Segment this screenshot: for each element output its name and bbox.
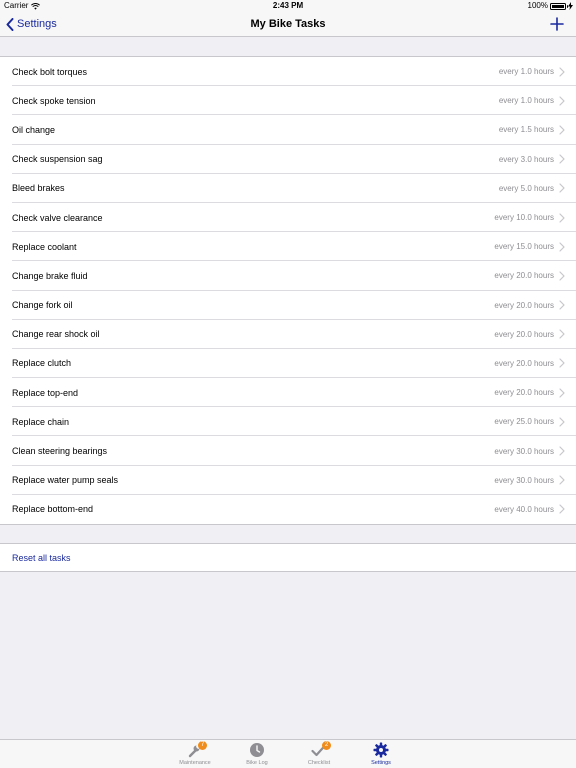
status-bar: Carrier 2:43 PM 100%: [0, 0, 576, 12]
chevron-right-icon: [559, 96, 565, 106]
chevron-right-icon: [559, 66, 565, 77]
task-interval: every 30.0 hours: [494, 475, 554, 485]
chevron-right-icon: [559, 242, 565, 252]
chevron-right-icon: [559, 475, 565, 485]
task-row[interactable]: Replace top-end every 20.0 hours: [0, 378, 576, 408]
task-row[interactable]: Replace coolant every 15.0 hours: [0, 232, 576, 262]
task-name: Bleed brakes: [12, 183, 65, 194]
task-interval: every 20.0 hours: [494, 300, 554, 310]
task-row[interactable]: Check suspension sag every 3.0 hours: [0, 145, 576, 174]
task-interval: every 20.0 hours: [494, 271, 554, 281]
task-row[interactable]: Change fork oil every 20.0 hours: [0, 291, 576, 320]
task-row[interactable]: Replace bottom-end every 40.0 hours: [0, 495, 576, 524]
chevron-right-icon: [559, 446, 565, 456]
task-row[interactable]: Clean steering bearings every 30.0 hours: [0, 436, 576, 466]
task-name: Change fork oil: [12, 300, 73, 311]
task-name: Check bolt torques: [12, 66, 88, 77]
task-row[interactable]: Replace clutch every 20.0 hours: [0, 349, 576, 379]
checklist-badge: 2: [322, 741, 331, 750]
maintenance-badge: 7: [198, 741, 207, 750]
task-row[interactable]: Check spoke tension every 1.0 hours: [0, 86, 576, 116]
task-interval: every 20.0 hours: [494, 329, 554, 339]
task-interval: every 10.0 hours: [494, 213, 554, 223]
task-interval: every 15.0 hours: [494, 242, 554, 252]
task-interval: every 1.0 hours: [498, 67, 554, 77]
task-interval: every 1.5 hours: [498, 125, 554, 135]
task-interval: every 5.0 hours: [498, 183, 554, 193]
task-name: Replace chain: [12, 416, 70, 427]
tab-bar: 7 Maintenance Bike Log 2 Checklist Setti…: [0, 739, 576, 768]
clock-icon: [250, 743, 264, 757]
task-row[interactable]: Change brake fluid every 20.0 hours: [0, 261, 576, 291]
task-list: Check bolt torques every 1.0 hours Check s…: [0, 56, 576, 525]
task-name: Change brake fluid: [12, 270, 88, 281]
task-row[interactable]: Check bolt torques every 1.0 hours: [0, 57, 576, 87]
tab-label: Bike Log: [246, 760, 268, 766]
task-name: Replace clutch: [12, 358, 72, 369]
tab-label: Settings: [371, 760, 391, 766]
navigation-bar: Settings My Bike Tasks: [0, 12, 576, 37]
task-name: Change rear shock oil: [12, 329, 100, 340]
task-row[interactable]: Oil change every 1.5 hours: [0, 115, 576, 145]
task-interval: every 3.0 hours: [498, 154, 554, 164]
reset-all-tasks-button[interactable]: Reset all tasks: [12, 544, 71, 572]
tab-maintenance[interactable]: 7 Maintenance: [165, 741, 225, 768]
chevron-right-icon: [559, 329, 565, 339]
chevron-right-icon: [559, 271, 565, 281]
task-name: Check suspension sag: [12, 154, 103, 165]
task-name: Clean steering bearings: [12, 446, 108, 457]
task-name: Replace top-end: [12, 387, 79, 398]
plus-icon[interactable]: [548, 15, 566, 33]
tab-bike-log[interactable]: Bike Log: [227, 741, 287, 768]
battery-percent: 100%: [527, 1, 548, 10]
chevron-right-icon: [559, 388, 565, 398]
chevron-right-icon: [559, 300, 565, 310]
chevron-right-icon: [559, 358, 565, 369]
task-row[interactable]: Check valve clearance every 10.0 hours: [0, 203, 576, 233]
chevron-right-icon: [559, 154, 565, 164]
task-row[interactable]: Change rear shock oil every 20.0 hours: [0, 320, 576, 350]
tab-checklist[interactable]: 2 Checklist: [289, 741, 349, 768]
tab-label: Checklist: [307, 760, 331, 766]
reset-section: Reset all tasks: [0, 543, 576, 572]
tab-settings[interactable]: Settings: [351, 741, 411, 768]
chevron-right-icon: [559, 417, 565, 427]
task-name: Replace coolant: [12, 241, 77, 252]
chevron-right-icon: [559, 212, 565, 223]
chevron-right-icon: [559, 504, 565, 515]
charging-icon: [568, 2, 573, 10]
task-name: Check valve clearance: [12, 212, 103, 223]
task-interval: every 20.0 hours: [494, 358, 554, 368]
battery-icon: [550, 2, 568, 10]
task-name: Replace bottom-end: [12, 504, 94, 515]
task-row[interactable]: Bleed brakes every 5.0 hours: [0, 174, 576, 204]
task-name: Oil change: [12, 124, 56, 135]
task-name: Check spoke tension: [12, 95, 96, 106]
tab-label: Maintenance: [179, 760, 211, 766]
gear-icon: [373, 742, 389, 758]
task-interval: every 25.0 hours: [494, 417, 554, 427]
status-right: 100%: [528, 0, 573, 12]
task-interval: every 40.0 hours: [494, 504, 554, 514]
task-row[interactable]: Replace chain every 25.0 hours: [0, 407, 576, 437]
page-title: My Bike Tasks: [250, 18, 326, 30]
status-time: 2:43 PM: [272, 1, 304, 10]
task-row[interactable]: Replace water pump seals every 30.0 hours: [0, 466, 576, 496]
chevron-right-icon: [559, 183, 565, 193]
task-name: Replace water pump seals: [12, 475, 119, 486]
chevron-right-icon: [559, 125, 565, 135]
task-interval: every 1.0 hours: [498, 96, 554, 106]
task-interval: every 30.0 hours: [494, 446, 554, 456]
task-interval: every 20.0 hours: [494, 388, 554, 398]
